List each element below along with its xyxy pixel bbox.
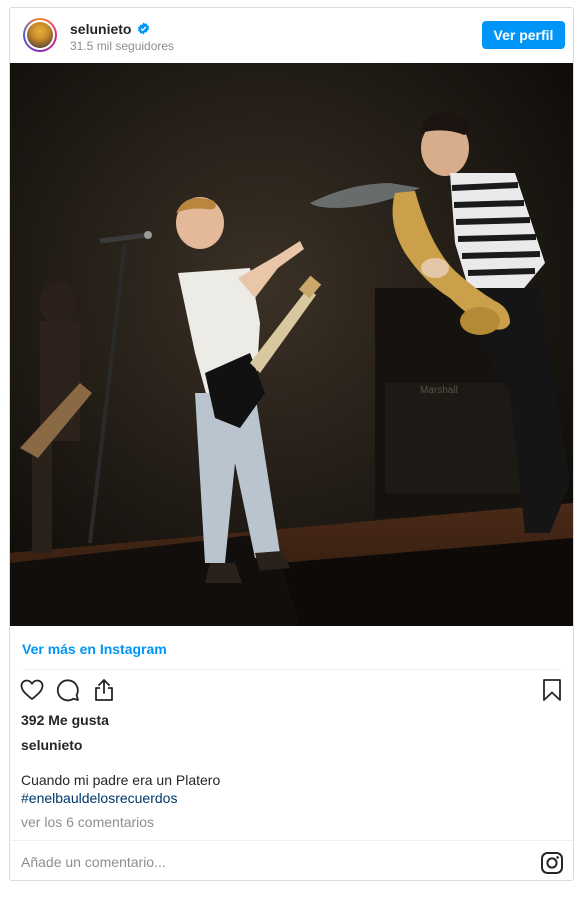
- share-icon[interactable]: [92, 678, 116, 702]
- concert-photo: Marshall: [10, 63, 573, 626]
- avatar[interactable]: [23, 18, 57, 52]
- instagram-embed-card: selunieto 31.5 mil seguidores Ver perfil: [9, 7, 574, 881]
- heart-icon[interactable]: [20, 678, 44, 702]
- instagram-icon[interactable]: [540, 851, 564, 875]
- divider: [10, 840, 573, 841]
- divider: [22, 669, 562, 670]
- caption-username[interactable]: selunieto: [21, 737, 82, 753]
- svg-text:Marshall: Marshall: [420, 385, 458, 396]
- bookmark-icon[interactable]: [540, 678, 564, 702]
- likes-count[interactable]: 392 Me gusta: [21, 712, 109, 728]
- verified-badge-icon: [138, 22, 149, 35]
- add-comment-input[interactable]: Añade un comentario...: [21, 854, 166, 870]
- post-photo[interactable]: Marshall: [10, 63, 573, 626]
- hashtag-link[interactable]: #enelbauldelosrecuerdos: [21, 790, 177, 806]
- post-header: selunieto 31.5 mil seguidores Ver perfil: [10, 8, 573, 63]
- comment-icon[interactable]: [56, 678, 80, 702]
- view-comments-link[interactable]: ver los 6 comentarios: [21, 814, 154, 830]
- view-more-on-instagram-link[interactable]: Ver más en Instagram: [22, 641, 167, 657]
- caption-text: Cuando mi padre era un Platero: [21, 772, 221, 788]
- username[interactable]: selunieto: [70, 21, 131, 37]
- followers-count: 31.5 mil seguidores: [70, 39, 175, 53]
- view-profile-button[interactable]: Ver perfil: [482, 21, 565, 49]
